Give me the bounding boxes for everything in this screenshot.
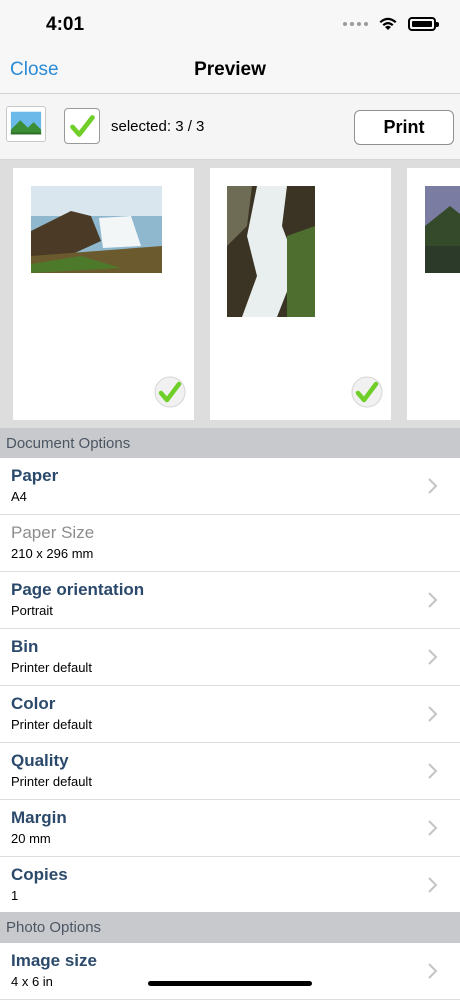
checkmark-icon[interactable] [351, 376, 383, 408]
page-title: Preview [194, 59, 266, 80]
option-title: Copies [11, 865, 68, 884]
option-row-copies[interactable]: Copies 1 [0, 857, 460, 914]
chevron-right-icon [428, 649, 438, 665]
chevron-right-icon [428, 706, 438, 722]
chevron-right-icon [428, 763, 438, 779]
option-title: Paper Size [11, 523, 95, 542]
option-title: Paper [11, 466, 59, 485]
option-value: 4 x 6 in [11, 974, 53, 989]
option-value: A4 [11, 489, 27, 504]
option-value: Printer default [11, 774, 92, 789]
option-row-margin[interactable]: Margin 20 mm [0, 800, 460, 857]
option-row-page-orientation[interactable]: Page orientation Portrait [0, 572, 460, 629]
chevron-right-icon [428, 963, 438, 979]
page-preview[interactable] [407, 168, 460, 420]
chevron-right-icon [428, 592, 438, 608]
option-row-image-size[interactable]: Image size 4 x 6 in [0, 943, 460, 1000]
battery-icon [408, 17, 439, 31]
option-row-bin[interactable]: Bin Printer default [0, 629, 460, 686]
status-bar: 4:01 [0, 0, 460, 46]
option-value: Printer default [11, 717, 92, 732]
option-value: Printer default [11, 660, 92, 675]
option-value: 20 mm [11, 831, 51, 846]
chevron-right-icon [428, 478, 438, 494]
status-icons [343, 16, 439, 32]
mountain-lake-image [425, 186, 460, 273]
checkmark-icon[interactable] [154, 376, 186, 408]
option-title: Quality [11, 751, 69, 770]
option-row-paper-size: Paper Size 210 x 296 mm [0, 515, 460, 572]
option-title: Margin [11, 808, 67, 827]
cellular-icon [343, 22, 368, 26]
waterfall-landscape-image [31, 186, 162, 273]
option-title: Bin [11, 637, 39, 656]
photo-icon[interactable] [6, 106, 46, 142]
chevron-right-icon [428, 877, 438, 893]
option-row-paper[interactable]: Paper A4 [0, 458, 460, 515]
option-value: 1 [11, 888, 19, 903]
nav-bar: Close Preview [0, 46, 460, 94]
section-header-photo-options: Photo Options [0, 912, 460, 943]
option-title: Image size [11, 951, 97, 970]
home-indicator [148, 981, 312, 986]
option-title: Color [11, 694, 56, 713]
option-value: 210 x 296 mm [11, 546, 94, 561]
waterfall-portrait-image [227, 186, 315, 317]
option-row-quality[interactable]: Quality Printer default [0, 743, 460, 800]
status-time: 4:01 [46, 14, 85, 35]
option-title: Page orientation [11, 580, 145, 599]
preview-strip[interactable] [0, 160, 460, 428]
select-all-checkbox[interactable] [64, 108, 100, 144]
section-header-document-options: Document Options [0, 428, 460, 459]
wifi-icon [379, 17, 397, 30]
page-preview[interactable] [210, 168, 391, 420]
page-preview[interactable] [13, 168, 194, 420]
option-row-color[interactable]: Color Printer default [0, 686, 460, 743]
chevron-right-icon [428, 820, 438, 836]
selection-count: selected: 3 / 3 [111, 118, 205, 135]
option-value: Portrait [11, 603, 53, 618]
print-button[interactable]: Print [354, 110, 454, 145]
